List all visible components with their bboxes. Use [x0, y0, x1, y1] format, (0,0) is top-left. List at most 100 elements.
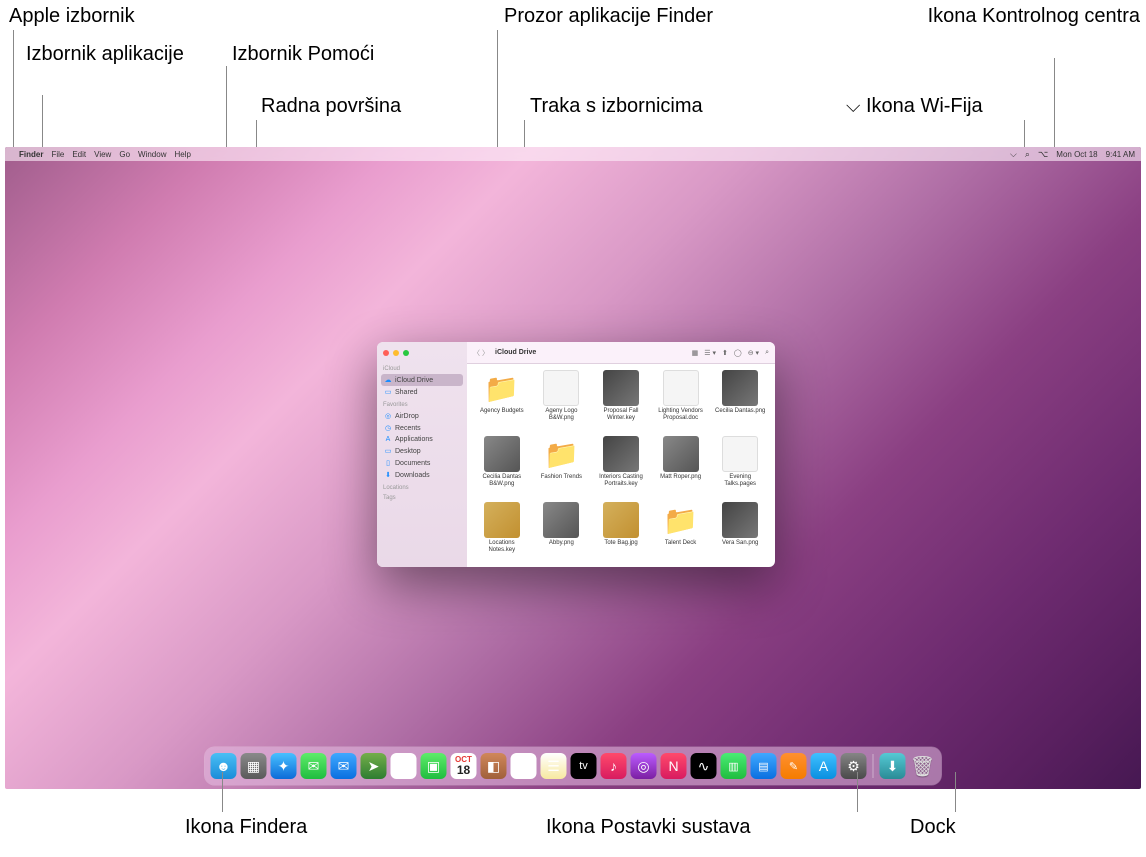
dock-downloads-icon[interactable]: ⬇︎ — [880, 753, 906, 779]
dock-news-icon[interactable]: N — [661, 753, 687, 779]
file-item[interactable]: 📁Agency Budgets — [473, 370, 531, 434]
dock-maps-icon[interactable]: ➤ — [361, 753, 387, 779]
file-item[interactable]: Lighting Vendors Proposal.doc — [652, 370, 710, 434]
label-finder-window: Prozor aplikacije Finder — [504, 5, 713, 28]
callout-line — [857, 772, 858, 812]
sidebar-item-recents[interactable]: ◷Recents — [381, 422, 463, 434]
sidebar-item-airdrop[interactable]: ◎AirDrop — [381, 410, 463, 422]
file-item[interactable]: Locations Notes.key — [473, 502, 531, 566]
callout-line — [524, 120, 525, 150]
finder-window[interactable]: iCloud ☁︎iCloud Drive ▭Shared Favorites … — [377, 342, 775, 567]
callout-line — [1024, 120, 1025, 150]
macos-screenshot: Finder File Edit View Go Window Help ⌵ ⌕… — [5, 147, 1141, 789]
file-thumbnail — [484, 502, 520, 538]
file-thumbnail — [484, 436, 520, 472]
action-button[interactable]: ⊖ ▾ — [748, 349, 759, 357]
sidebar-item-icloud-drive[interactable]: ☁︎iCloud Drive — [381, 374, 463, 386]
zoom-window-button[interactable] — [403, 350, 409, 356]
menubar-date[interactable]: Mon Oct 18 — [1056, 150, 1097, 159]
file-name: Lighting Vendors Proposal.doc — [654, 408, 708, 421]
dock-launchpad-icon[interactable]: ▦ — [241, 753, 267, 779]
dock-reminders-icon[interactable]: ☰ — [511, 753, 537, 779]
file-item[interactable]: Cecilia Dantas B&W.png — [473, 436, 531, 500]
dock-music-icon[interactable]: ♪ — [601, 753, 627, 779]
file-item[interactable]: Matt Roper.png — [652, 436, 710, 500]
folder-icon: 📁 — [484, 370, 520, 406]
sidebar-item-shared[interactable]: ▭Shared — [381, 386, 463, 398]
menu-view[interactable]: View — [94, 150, 111, 159]
file-thumbnail — [543, 502, 579, 538]
dock-contacts-icon[interactable]: ◧ — [481, 753, 507, 779]
sidebar-section-favorites: Favorites — [383, 402, 461, 408]
finder-content: 📁Agency BudgetsAgeny Logo B&W.pngProposa… — [467, 364, 775, 567]
dock-trash-icon[interactable]: 🗑 — [910, 753, 936, 779]
dock-calendar-icon[interactable]: OCT18 — [451, 753, 477, 779]
file-item[interactable]: Cecilia Dantas.png — [711, 370, 769, 434]
menubar-time[interactable]: 9:41 AM — [1106, 150, 1135, 159]
file-item[interactable]: 📁Talent Deck — [652, 502, 710, 566]
folder-icon: 📁 — [663, 502, 699, 538]
close-window-button[interactable] — [383, 350, 389, 356]
dock-notes-icon[interactable]: ☰ — [541, 753, 567, 779]
menu-help[interactable]: Help — [174, 150, 190, 159]
sidebar-item-desktop[interactable]: ▭Desktop — [381, 445, 463, 457]
wifi-status-icon[interactable]: ⌵ — [1010, 149, 1017, 160]
dock-stocks-icon[interactable]: ∿ — [691, 753, 717, 779]
file-item[interactable]: Tote Bag.jpg — [592, 502, 650, 566]
forward-button[interactable]: 〉 — [482, 348, 489, 358]
search-button[interactable]: ⌕ — [765, 349, 769, 357]
file-item[interactable]: Vera San.png — [711, 502, 769, 566]
doc-icon: ▯ — [384, 459, 392, 467]
cloud-icon: ☁︎ — [384, 376, 392, 384]
dock-safari-icon[interactable]: ✦ — [271, 753, 297, 779]
dock-separator — [873, 754, 874, 778]
callout-line — [226, 66, 227, 152]
file-name: Locations Notes.key — [475, 540, 529, 553]
menu-go[interactable]: Go — [119, 150, 130, 159]
file-thumbnail — [543, 370, 579, 406]
dock-mail-icon[interactable]: ✉︎ — [331, 753, 357, 779]
dock-appstore-icon[interactable]: A — [811, 753, 837, 779]
file-thumbnail — [603, 502, 639, 538]
file-thumbnail — [722, 436, 758, 472]
sidebar-item-documents[interactable]: ▯Documents — [381, 457, 463, 469]
view-group-button[interactable]: ☰ ▾ — [704, 349, 716, 357]
file-item[interactable]: Interiors Casting Portraits.key — [592, 436, 650, 500]
dock-keynote-icon[interactable]: ▤ — [751, 753, 777, 779]
wifi-icon: ⌵ — [846, 96, 860, 117]
shared-icon: ▭ — [384, 388, 392, 396]
menu-edit[interactable]: Edit — [72, 150, 86, 159]
share-button[interactable]: ⬆︎ — [722, 349, 728, 357]
dock-photos-icon[interactable]: ✿ — [391, 753, 417, 779]
file-item[interactable]: Evening Talks.pages — [711, 436, 769, 500]
file-item[interactable]: Proposal Fall Winter.key — [592, 370, 650, 434]
dock-numbers-icon[interactable]: ▥ — [721, 753, 747, 779]
file-item[interactable]: Abby.png — [533, 502, 591, 566]
app-menu[interactable]: Finder — [19, 150, 43, 159]
minimize-window-button[interactable] — [393, 350, 399, 356]
view-icons-button[interactable]: ▦ — [692, 349, 699, 357]
menu-bar: Finder File Edit View Go Window Help ⌵ ⌕… — [5, 147, 1141, 161]
callout-line — [42, 95, 43, 150]
sidebar-section-tags: Tags — [383, 495, 461, 501]
menu-file[interactable]: File — [51, 150, 64, 159]
sidebar-item-applications[interactable]: AApplications — [381, 434, 463, 445]
dock-messages-icon[interactable]: ✉︎ — [301, 753, 327, 779]
dock-system-preferences-icon[interactable]: ⚙︎ — [841, 753, 867, 779]
dock-podcasts-icon[interactable]: ◎ — [631, 753, 657, 779]
control-center-icon[interactable]: ⌥ — [1038, 149, 1048, 160]
dock-finder-icon[interactable]: ☻ — [211, 753, 237, 779]
dock-tv-icon[interactable]: tv — [571, 753, 597, 779]
dock-pages-icon[interactable]: ✎ — [781, 753, 807, 779]
file-item[interactable]: 📁Fashion Trends — [533, 436, 591, 500]
file-thumbnail — [722, 370, 758, 406]
file-name: Proposal Fall Winter.key — [594, 408, 648, 421]
spotlight-icon[interactable]: ⌕ — [1025, 149, 1030, 160]
menu-window[interactable]: Window — [138, 150, 166, 159]
dock: ☻ ▦ ✦ ✉︎ ✉︎ ➤ ✿ ▣ OCT18 ◧ ☰ ☰ tv ♪ ◎ N ∿… — [205, 747, 942, 785]
back-button[interactable]: 〈 — [473, 348, 480, 358]
tag-button[interactable]: ◯ — [734, 349, 742, 357]
sidebar-item-downloads[interactable]: ⬇︎Downloads — [381, 469, 463, 481]
file-item[interactable]: Ageny Logo B&W.png — [533, 370, 591, 434]
dock-facetime-icon[interactable]: ▣ — [421, 753, 447, 779]
